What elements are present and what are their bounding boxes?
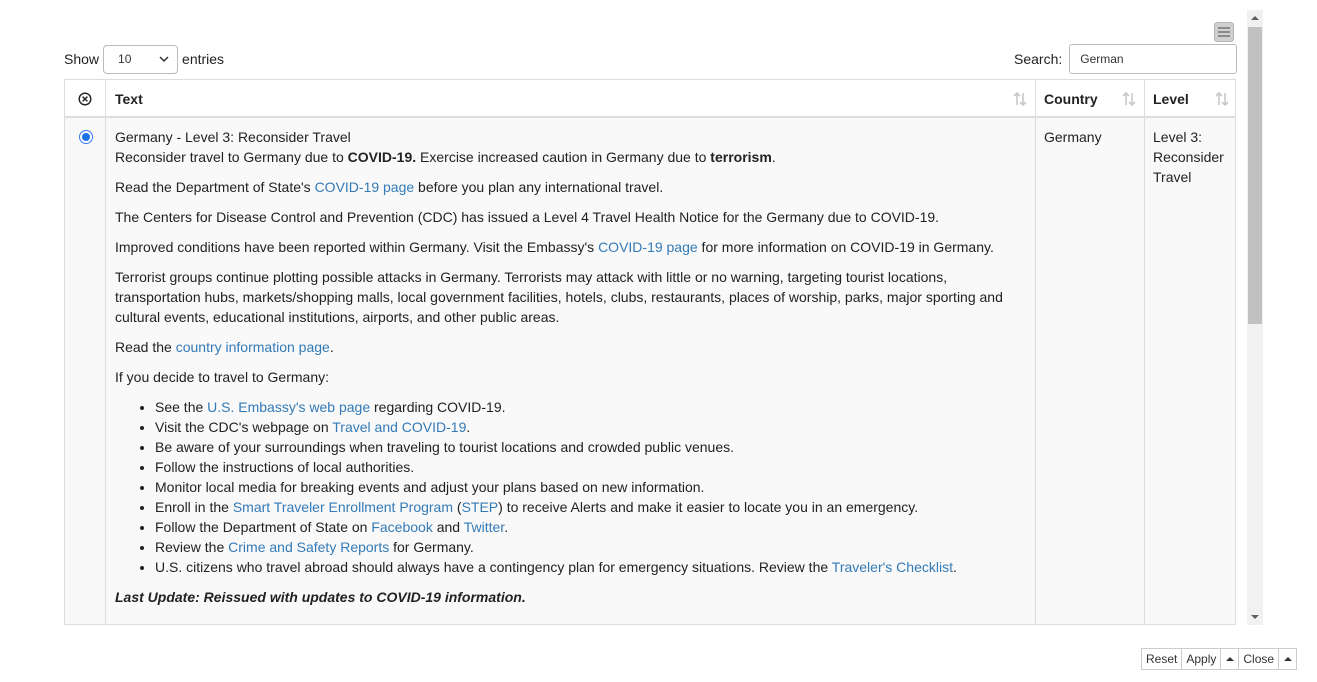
list-item: Enroll in the Smart Traveler Enrollment … [155,497,1020,517]
column-header-level-label: Level [1153,90,1189,107]
country-value: Germany [1044,129,1102,145]
caret-up-icon [1283,657,1292,661]
paragraph-cdc: The Centers for Disease Control and Prev… [115,209,940,225]
entries-select[interactable]: 10 [103,44,179,74]
list-item: Review the Crime and Safety Reports for … [155,537,1020,557]
search-label: Search: [1014,51,1063,67]
level-value: Level 3: Reconsider Travel [1153,129,1224,185]
hamburger-menu-icon[interactable] [1214,22,1234,42]
deselect-column-header[interactable] [65,80,106,117]
advisory-text: Germany - Level 3: Reconsider Travel Rec… [115,127,1020,607]
table-row[interactable]: Germany - Level 3: Reconsider Travel Rec… [65,118,1235,624]
select-chevron-icon [159,56,169,63]
twitter-link[interactable]: Twitter [464,519,504,535]
results-table: Text Country Level Germany - Level 3: Re… [64,79,1236,625]
smart-traveler-link[interactable]: Smart Traveler Enrollment Program [233,499,453,515]
list-item: Monitor local media for breaking events … [155,477,1020,497]
apply-caret-button[interactable] [1220,648,1240,670]
sort-arrows-icon[interactable] [1122,91,1136,107]
list-item: Follow the Department of State on Facebo… [155,517,1020,537]
sort-arrows-icon[interactable] [1013,91,1027,107]
embassy-covid-page-link[interactable]: COVID-19 page [598,239,698,255]
row-text-cell: Germany - Level 3: Reconsider Travel Rec… [106,118,1036,624]
advisory-intro: Reconsider travel to Germany due to COVI… [115,149,776,165]
search-input[interactable] [1069,44,1238,74]
country-information-link[interactable]: country information page [176,339,330,355]
scroll-up-arrow-icon[interactable] [1247,10,1263,26]
bottom-button-bar: Reset Apply Close [1141,648,1298,670]
column-header-level[interactable]: Level [1145,80,1235,117]
facebook-link[interactable]: Facebook [371,519,432,535]
travelers-checklist-link[interactable]: Traveler's Checklist [832,559,953,575]
caret-up-icon [1225,657,1234,661]
entries-select-value: 10 [118,52,132,66]
row-country-cell: Germany [1036,118,1145,624]
paragraph-covid-page: Read the Department of State's COVID-19 … [115,179,664,195]
show-label: Show [64,51,100,67]
row-select-cell [65,118,106,624]
entries-length-control: Show 10 entries [64,44,224,74]
advisory-title: Germany - Level 3: Reconsider Travel [115,129,351,145]
list-item: See the U.S. Embassy's web page regardin… [155,397,1020,417]
close-caret-button[interactable] [1278,648,1298,670]
list-item: Be aware of your surroundings when trave… [155,437,1020,457]
row-level-cell: Level 3: Reconsider Travel [1145,118,1235,624]
table-header: Text Country Level [65,80,1235,118]
last-update: Last Update: Reissued with updates to CO… [115,589,526,605]
paragraph-country-info: Read the country information page. [115,339,334,355]
paragraph-terrorism: Terrorist groups continue plotting possi… [115,269,1003,325]
step-link[interactable]: STEP [462,499,499,515]
column-header-text-label: Text [115,90,143,107]
column-header-country-label: Country [1044,90,1098,107]
paragraph-embassy: Improved conditions have been reported w… [115,239,994,255]
list-item: Visit the CDC's webpage on Travel and CO… [155,417,1020,437]
sort-arrows-icon[interactable] [1215,91,1229,107]
apply-button[interactable]: Apply [1181,648,1222,670]
paragraph-if-travel: If you decide to travel to Germany: [115,369,329,385]
search-control: Search: [1014,44,1238,74]
crime-safety-reports-link[interactable]: Crime and Safety Reports [228,539,389,555]
column-header-country[interactable]: Country [1036,80,1145,117]
travel-covid-link[interactable]: Travel and COVID-19 [332,419,466,435]
entries-label: entries [182,51,225,67]
list-item: U.S. citizens who travel abroad should a… [155,557,1020,577]
scrollbar-thumb[interactable] [1248,27,1262,324]
column-header-text[interactable]: Text [106,80,1036,117]
list-item: Follow the instructions of local authori… [155,457,1020,477]
reset-button[interactable]: Reset [1141,648,1183,670]
row-select-radio[interactable] [79,130,93,144]
embassy-web-page-link[interactable]: U.S. Embassy's web page [207,399,370,415]
scroll-down-arrow-icon[interactable] [1247,609,1263,625]
covid-page-link[interactable]: COVID-19 page [315,179,415,195]
circle-x-icon[interactable] [78,91,92,106]
close-button[interactable]: Close [1238,648,1280,670]
vertical-scrollbar[interactable] [1247,10,1263,625]
advice-list: See the U.S. Embassy's web page regardin… [115,397,1020,577]
